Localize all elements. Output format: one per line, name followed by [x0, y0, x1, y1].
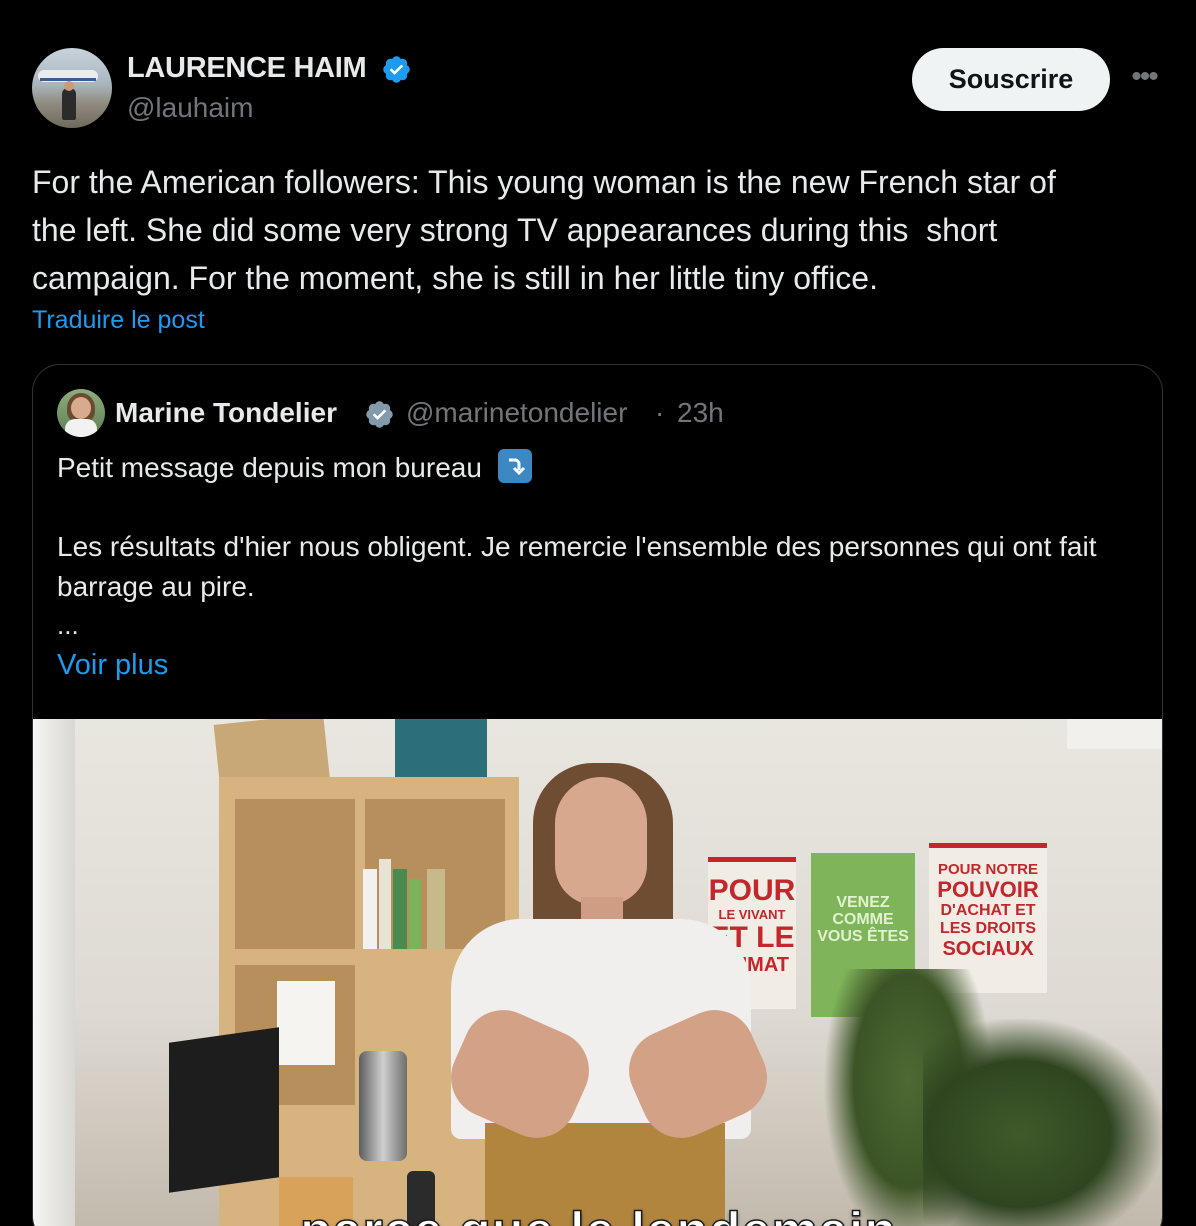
- right-arrow-curving-down-icon: [497, 449, 532, 483]
- poster3-line: POUVOIR: [937, 877, 1039, 902]
- quoted-timestamp[interactable]: 23h: [677, 397, 724, 429]
- subscribe-button[interactable]: Souscrire: [912, 48, 1110, 111]
- quoted-text-line1-label: Petit message depuis mon bureau: [57, 452, 482, 483]
- quoted-text-line1: Petit message depuis mon bureau: [57, 449, 532, 487]
- poster2-line: VENEZ: [836, 894, 890, 911]
- post-text: For the American followers: This young w…: [32, 164, 1056, 296]
- translate-post-link[interactable]: Traduire le post: [32, 306, 205, 335]
- quoted-author-name[interactable]: Marine Tondelier: [115, 397, 337, 429]
- poster3-line: LES DROITS: [939, 920, 1036, 937]
- poster2-line: COMME: [832, 910, 894, 928]
- more-horizontal-icon[interactable]: •••: [1126, 62, 1162, 98]
- poster3-line: POUR NOTRE: [937, 861, 1038, 878]
- author-handle[interactable]: @lauhaim: [127, 92, 253, 124]
- quoted-text-paragraph: Les résultats d'hier nous obligent. Je r…: [57, 531, 1097, 602]
- tweet: LAURENCE HAIM @lauhaim Souscrire ••• For…: [0, 0, 1196, 1226]
- quoted-author-avatar[interactable]: [57, 389, 105, 437]
- poster2-line: VOUS ÊTES: [817, 927, 909, 945]
- verified-gray-badge-icon: [366, 401, 393, 428]
- poster1-line: POUR: [708, 874, 796, 907]
- quoted-author-handle[interactable]: @marinetondelier: [406, 397, 627, 429]
- quoted-tweet-card[interactable]: Marine Tondelier @marinetondelier · 23h …: [32, 364, 1163, 1226]
- poster1-line: LE VIVANT: [718, 907, 786, 922]
- author-avatar[interactable]: [32, 48, 112, 128]
- quoted-text-ellipsis: ...: [57, 610, 79, 640]
- verified-badge-icon: [383, 56, 410, 83]
- video-caption: parce que le lendemain: [33, 1201, 1162, 1226]
- poster3-line: SOCIAUX: [942, 938, 1034, 960]
- poster3-line: D'ACHAT ET: [940, 902, 1036, 919]
- see-more-link[interactable]: Voir plus: [57, 649, 168, 682]
- author-name[interactable]: LAURENCE HAIM: [127, 52, 367, 85]
- separator-dot: ·: [655, 397, 665, 428]
- video-player[interactable]: POUR LE VIVANT ET LE CLIMAT VENEZ COMME …: [33, 719, 1162, 1226]
